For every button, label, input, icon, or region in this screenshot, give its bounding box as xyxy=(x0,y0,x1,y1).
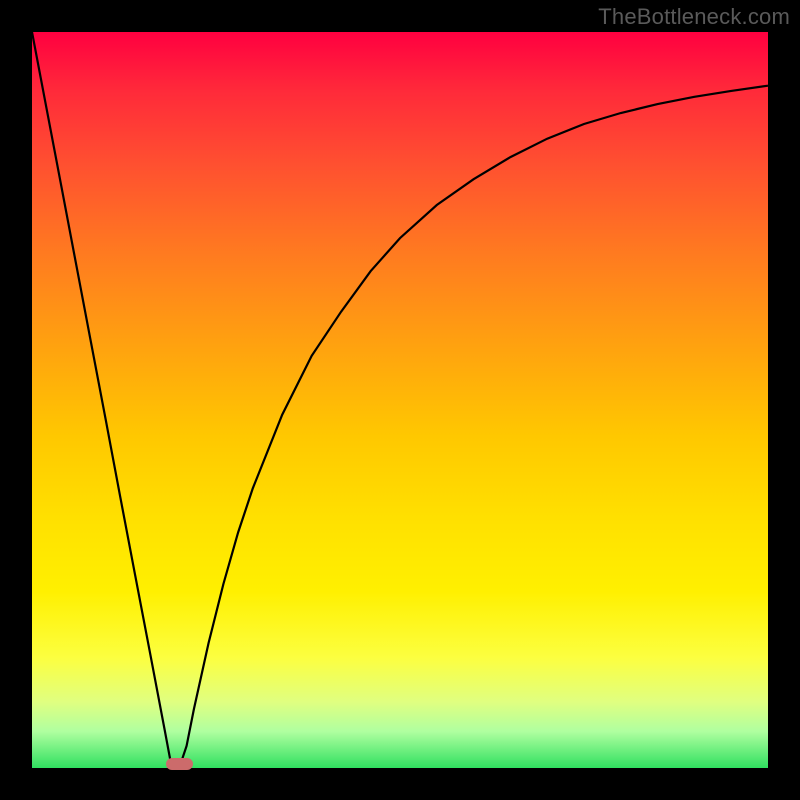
chart-frame: TheBottleneck.com xyxy=(0,0,800,800)
bottleneck-curve xyxy=(32,32,768,768)
watermark-text: TheBottleneck.com xyxy=(598,4,790,30)
optimal-range-marker xyxy=(166,758,193,770)
